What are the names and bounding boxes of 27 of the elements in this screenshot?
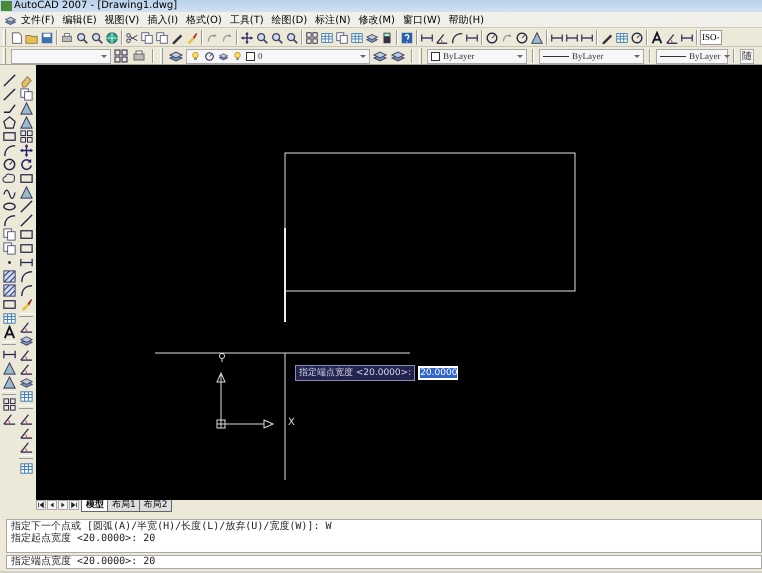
menu-item[interactable]: 工具(T) xyxy=(226,12,268,28)
menu-item[interactable]: 插入(I) xyxy=(143,12,182,28)
dynamic-input-prompt: 指定端点宽度 <20.0000>: xyxy=(295,365,416,381)
layer-dropdown[interactable]: 0 xyxy=(186,48,370,64)
layout-tab[interactable]: 布局1 xyxy=(107,500,141,512)
command-history-line: 指定下一个点或 [圆弧(A)/半宽(H)/长度(L)/放弃(U)/宽度(W)]: W xyxy=(11,521,333,532)
ucs-axis-label: X xyxy=(288,417,295,428)
layout-tab[interactable]: 模型 xyxy=(81,500,109,512)
plot-style-dropdown[interactable]: 随 xyxy=(740,48,754,64)
menu-item[interactable]: 绘图(D) xyxy=(268,12,312,28)
menu-item[interactable]: 标注(N) xyxy=(311,12,355,28)
dimension-style-field[interactable]: ISO- xyxy=(700,30,722,45)
menu-item[interactable]: 文件(F) xyxy=(17,12,59,28)
menu-item[interactable]: 视图(V) xyxy=(100,12,144,28)
menu-item[interactable]: 格式(O) xyxy=(182,12,226,28)
menu-item[interactable]: 窗口(W) xyxy=(398,12,445,28)
menu-item[interactable]: 帮助(H) xyxy=(444,12,488,28)
lineweight-dropdown[interactable]: ByLayer xyxy=(656,48,728,64)
color-dropdown[interactable]: ByLayer xyxy=(427,48,527,64)
layout-tab[interactable]: 布局2 xyxy=(138,500,172,512)
window-title: AutoCAD 2007 - [Drawing1.dwg] xyxy=(14,0,178,12)
menu-item[interactable]: 修改(M) xyxy=(354,12,399,28)
command-history-line: 指定起点宽度 <20.0000>: 20 xyxy=(11,533,156,545)
linetype-dropdown[interactable]: ByLayer xyxy=(539,48,644,64)
dynamic-input-field[interactable]: 20.0000 xyxy=(418,366,458,380)
menu-item[interactable]: 编辑(E) xyxy=(58,12,101,28)
command-line-field[interactable]: 指定端点宽度 <20.0000>: 20 xyxy=(6,555,762,569)
